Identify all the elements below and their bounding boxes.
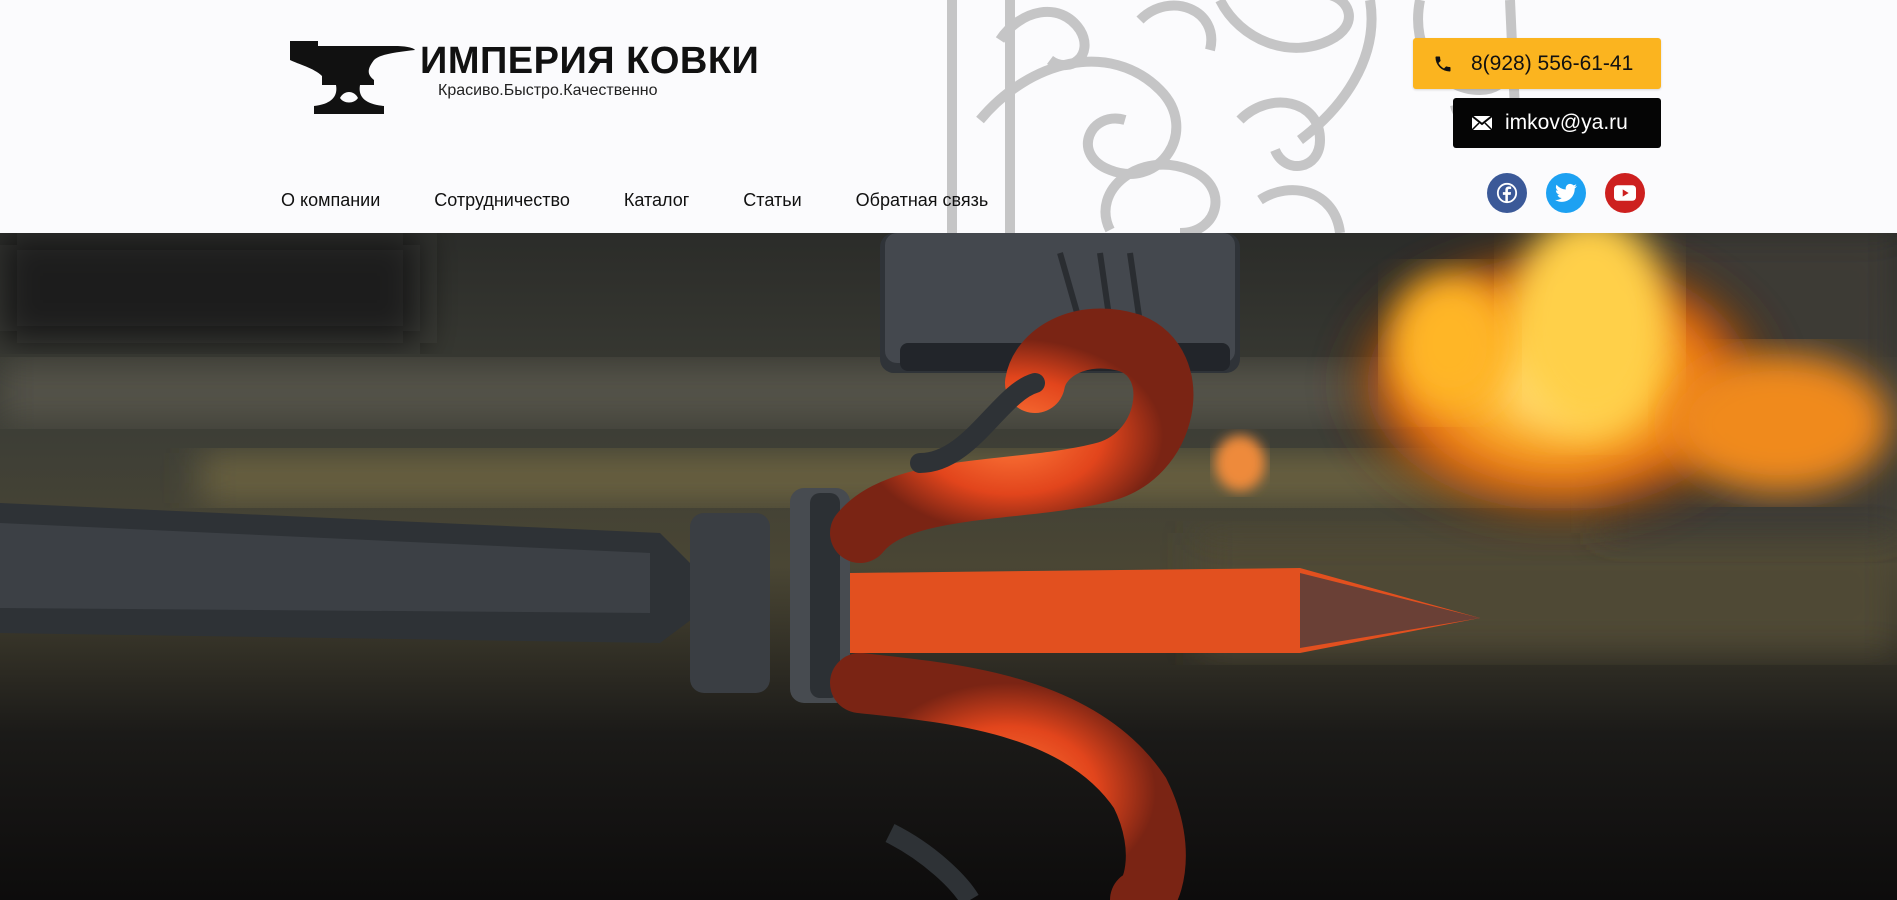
hero-forge-image	[0, 233, 1897, 900]
phone-icon	[1435, 56, 1451, 71]
nav-item-cooperation[interactable]: Сотрудничество	[434, 190, 570, 211]
facebook-icon	[1496, 182, 1518, 204]
nav-item-feedback[interactable]: Обратная связь	[856, 190, 989, 211]
facebook-link[interactable]	[1487, 173, 1527, 213]
nav-item-articles[interactable]: Статьи	[743, 190, 801, 211]
site-logo[interactable]: ИМПЕРИЯ КОВКИ Красиво.Быстро.Качественно	[288, 36, 760, 116]
nav-item-about[interactable]: О компании	[281, 190, 380, 211]
email-label: imkov@ya.ru	[1505, 111, 1628, 134]
youtube-link[interactable]	[1605, 173, 1645, 213]
social-links	[1487, 173, 1645, 213]
phone-label: 8(928) 556-61-41	[1471, 51, 1634, 75]
site-header: ИМПЕРИЯ КОВКИ Красиво.Быстро.Качественно…	[0, 0, 1897, 233]
twitter-link[interactable]	[1546, 173, 1586, 213]
phone-button[interactable]: 8(928) 556-61-41	[1413, 38, 1661, 89]
nav-item-catalog[interactable]: Каталог	[624, 190, 689, 211]
email-button[interactable]: imkov@ya.ru	[1453, 98, 1661, 148]
envelope-icon	[1471, 115, 1493, 131]
twitter-icon	[1555, 183, 1577, 202]
brand-tagline: Красиво.Быстро.Качественно	[438, 82, 658, 99]
brand-title: ИМПЕРИЯ КОВКИ	[420, 40, 760, 82]
youtube-icon	[1614, 185, 1636, 201]
hero-banner	[0, 233, 1897, 900]
anvil-icon	[290, 41, 415, 114]
main-nav: О компании Сотрудничество Каталог Статьи…	[281, 190, 988, 211]
